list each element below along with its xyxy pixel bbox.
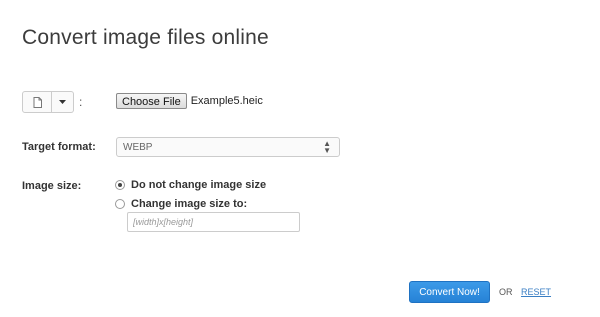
radio-change-size-dot[interactable] bbox=[115, 199, 125, 209]
reset-link[interactable]: RESET bbox=[521, 287, 551, 297]
image-size-label: Image size: bbox=[22, 180, 82, 192]
convert-now-button[interactable]: Convert Now! bbox=[409, 281, 490, 303]
source-colon: : bbox=[79, 95, 83, 109]
target-format-select[interactable]: WEBP ▲ ▼ bbox=[116, 137, 340, 157]
target-format-value: WEBP bbox=[123, 141, 153, 153]
image-size-input[interactable] bbox=[127, 212, 300, 232]
radio-no-resize[interactable]: Do not change image size bbox=[115, 179, 266, 191]
caret-down-icon bbox=[59, 100, 66, 104]
radio-no-resize-label: Do not change image size bbox=[131, 179, 267, 191]
file-icon bbox=[33, 96, 42, 108]
target-format-label: Target format: bbox=[22, 141, 96, 153]
converter-page: Convert image files online : Choose File… bbox=[0, 0, 600, 317]
source-selector: : bbox=[22, 91, 82, 113]
page-title: Convert image files online bbox=[22, 26, 269, 49]
selected-file-name: Example5.heic bbox=[190, 95, 263, 107]
or-separator: OR bbox=[499, 287, 513, 297]
file-source-button[interactable] bbox=[22, 91, 52, 113]
source-dropdown-button[interactable] bbox=[52, 91, 74, 113]
radio-no-resize-dot[interactable] bbox=[115, 180, 125, 190]
choose-file-button[interactable]: Choose File bbox=[116, 93, 187, 109]
file-input-row: Choose File Example5.heic bbox=[116, 93, 263, 109]
select-arrows-icon: ▲ ▼ bbox=[323, 139, 331, 155]
radio-change-size-label: Change image size to: bbox=[131, 198, 248, 210]
radio-change-size[interactable]: Change image size to: bbox=[115, 198, 247, 210]
